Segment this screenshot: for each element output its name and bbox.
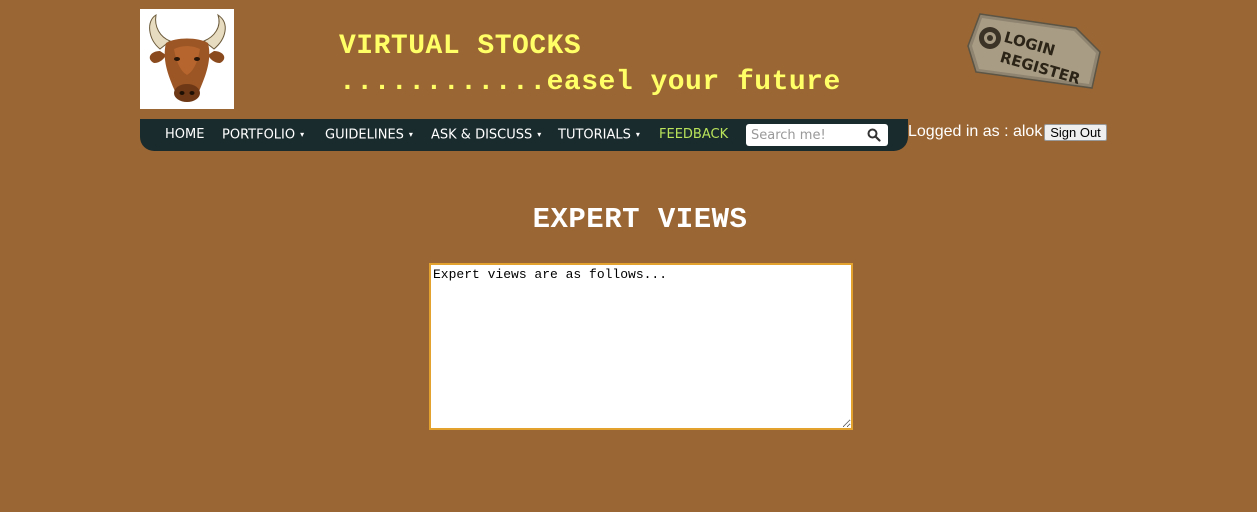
- search-box: [746, 124, 888, 146]
- nav-item-label: GUIDELINES: [325, 127, 404, 143]
- search-input[interactable]: [751, 126, 861, 144]
- logged-in-status: Logged in as : alok: [908, 123, 1043, 140]
- nav-item-home[interactable]: HOME: [165, 119, 204, 151]
- dropdown-caret-icon: ▾: [300, 130, 305, 139]
- page-title: EXPERT VIEWS: [532, 203, 748, 236]
- dropdown-caret-icon: ▾: [408, 130, 413, 139]
- site-tagline: ............easel your future: [339, 67, 841, 98]
- bull-logo: [140, 9, 234, 109]
- sign-out-button[interactable]: Sign Out: [1044, 124, 1107, 141]
- nav-item-portfolio[interactable]: PORTFOLIO ▾: [222, 119, 304, 151]
- dropdown-caret-icon: ▾: [635, 130, 640, 139]
- nav-item-guidelines[interactable]: GUIDELINES ▾: [325, 119, 413, 151]
- nav-item-feedback[interactable]: FEEDBACK: [659, 119, 728, 151]
- nav-item-label: HOME: [165, 127, 205, 142]
- nav-item-label: FEEDBACK: [659, 127, 729, 142]
- nav-item-tutorials[interactable]: TUTORIALS ▾: [558, 119, 640, 151]
- nav-item-label: ASK & DISCUSS: [431, 127, 533, 143]
- nav-item-label: PORTFOLIO: [222, 127, 296, 143]
- expert-views-textarea[interactable]: Expert views are as follows...: [429, 263, 853, 430]
- main-navbar: HOME PORTFOLIO ▾ GUIDELINES ▾ ASK & DISCUS…: [140, 119, 908, 151]
- nav-item-label: TUTORIALS: [558, 127, 631, 143]
- login-register-tag[interactable]: LOGIN REGISTER: [966, 6, 1104, 98]
- bull-head-icon: [149, 13, 226, 102]
- search-icon[interactable]: [867, 128, 881, 142]
- dropdown-caret-icon: ▾: [537, 130, 542, 139]
- nav-item-ask-discuss[interactable]: ASK & DISCUSS ▾: [431, 119, 541, 151]
- site-title: VIRTUAL STOCKS: [339, 31, 582, 62]
